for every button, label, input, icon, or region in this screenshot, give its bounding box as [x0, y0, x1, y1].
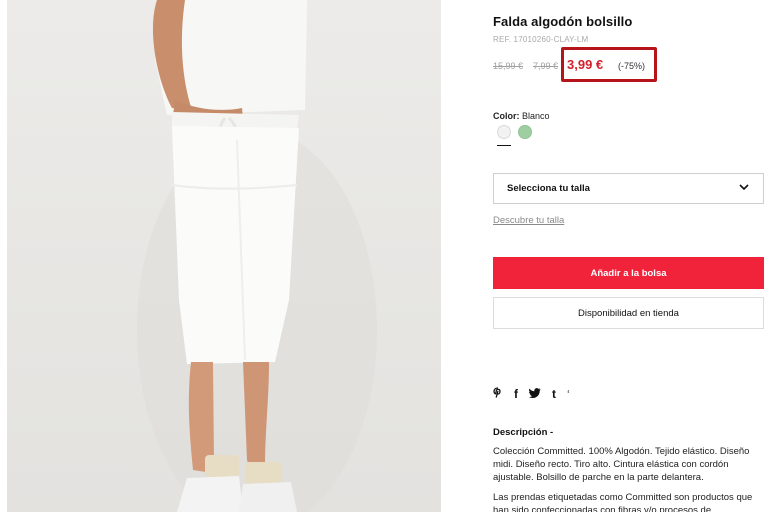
description-text-continued: Las prendas etiquetadas como Committed s…: [493, 492, 753, 512]
share-bar: f t ‘: [493, 387, 570, 401]
description-text: Colección Committed. 100% Algodón. Tejid…: [493, 446, 750, 483]
original-price: 15,99 €: [493, 61, 524, 71]
product-photo-illustration: [137, 0, 377, 512]
size-select[interactable]: Selecciona tu talla: [493, 173, 764, 204]
color-swatch-green[interactable]: [518, 125, 532, 139]
color-label: Color: Blanco: [493, 111, 550, 121]
color-label-prefix: Color:: [493, 111, 520, 121]
add-to-bag-button[interactable]: Añadir a la bolsa: [493, 257, 764, 289]
previous-price: 7,99 €: [533, 61, 559, 71]
discount-badge: (-75%): [618, 61, 646, 71]
size-select-label: Selecciona tu talla: [507, 183, 590, 194]
twitter-icon[interactable]: [529, 387, 541, 401]
description-title[interactable]: Descripción -: [493, 427, 553, 438]
color-value: Blanco: [522, 111, 550, 121]
color-swatch-white[interactable]: [497, 125, 511, 139]
facebook-icon[interactable]: f: [514, 387, 518, 401]
product-reference: REF. 17010260-CLAY-LM: [493, 35, 589, 44]
product-title: Falda algodón bolsillo: [493, 14, 633, 29]
selected-swatch-indicator: [497, 145, 511, 146]
chevron-down-icon: [739, 184, 749, 191]
tumblr-icon[interactable]: t: [552, 387, 556, 401]
product-image[interactable]: [7, 0, 441, 512]
store-availability-button[interactable]: Disponibilidad en tienda: [493, 297, 764, 329]
pinterest-icon[interactable]: [493, 387, 503, 401]
more-share-icon[interactable]: ‘: [567, 389, 570, 400]
sale-price: 3,99 €: [567, 57, 604, 72]
size-guide-link[interactable]: Descubre tu talla: [493, 215, 564, 226]
